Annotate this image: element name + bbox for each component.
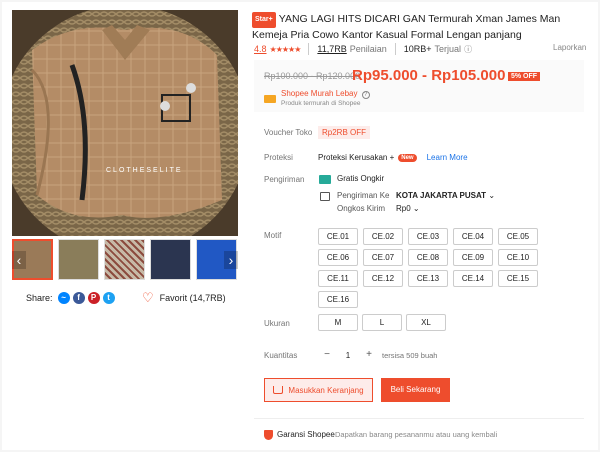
rating-divider (308, 43, 310, 55)
add-to-cart-button[interactable]: Masukkan Keranjang (264, 378, 373, 402)
cart-icon (273, 386, 284, 394)
thumbnail-3[interactable] (104, 239, 145, 280)
ratings-count[interactable]: 11,7RB (317, 44, 346, 54)
twitter-icon[interactable]: t (102, 292, 115, 304)
thumbnail-strip: ‹ › (12, 239, 238, 281)
motif-option[interactable]: CE.05 (498, 228, 538, 245)
shipping-to-label: Pengiriman Ke (337, 191, 390, 200)
protection-row: Proteksi Kerusakan + New Learn More (318, 153, 468, 162)
report-link[interactable]: Laporkan (553, 43, 586, 52)
rating-row: 4.8 ★★★★★ 11,7RB Penilaian 10RB+ Terjual… (254, 43, 472, 55)
motif-option[interactable]: CE.09 (453, 249, 493, 266)
current-price: Rp95.000 - Rp105.000 (352, 67, 506, 84)
thumbnail-prev-arrow[interactable]: ‹ (12, 251, 26, 269)
guarantee-title[interactable]: Garansi Shopee (277, 430, 335, 439)
rating-value[interactable]: 4.8 (254, 44, 267, 54)
facebook-icon[interactable]: f (72, 292, 85, 304)
shipping-destination-select[interactable]: KOTA JAKARTA PUSAT ⌄ (396, 191, 495, 200)
original-price: Rp100.000 - Rp120.000 (264, 71, 361, 81)
murah-lebay-icon (264, 95, 276, 103)
motif-option[interactable]: CE.01 (318, 228, 358, 245)
guarantee-subtitle: Dapatkan barang pesananmu atau uang kemb… (335, 430, 498, 439)
sold-label: Terjual (434, 44, 462, 54)
shipping-destination-icon (320, 192, 330, 201)
size-option[interactable]: M (318, 314, 358, 331)
motif-option[interactable]: CE.15 (498, 270, 538, 287)
ratings-label: Penilaian (349, 44, 387, 54)
shipping-destination-value: KOTA JAKARTA PUSAT (396, 191, 487, 200)
quantity-decrease-button[interactable]: − (318, 348, 336, 363)
favorite-button[interactable]: ♡ Favorit (14,7RB) (142, 290, 226, 305)
share-label: Share: (26, 293, 53, 303)
motif-option[interactable]: CE.08 (408, 249, 448, 266)
chevron-down-icon: ⌄ (412, 204, 420, 213)
murah-lebay-label[interactable]: Shopee Murah Lebay? (281, 89, 370, 99)
thumbnail-2[interactable] (58, 239, 99, 280)
shipping-cost-value: Rp0 (396, 204, 411, 213)
motif-option[interactable]: CE.12 (363, 270, 403, 287)
motif-option[interactable]: CE.02 (363, 228, 403, 245)
add-to-cart-label: Masukkan Keranjang (288, 385, 364, 395)
shield-icon (264, 430, 273, 440)
stock-remaining: tersisa 509 buah (382, 351, 438, 360)
learn-more-link[interactable]: Learn More (427, 153, 468, 162)
sold-divider (394, 43, 396, 55)
motif-option[interactable]: CE.07 (363, 249, 403, 266)
chevron-down-icon: ⌄ (488, 191, 496, 200)
murah-lebay-subtitle: Produk termurah di Shopee (281, 100, 361, 107)
size-label: Ukuran (264, 319, 290, 328)
product-title: Star+ YANG LAGI HITS DICARI GAN Termurah … (252, 12, 582, 42)
truck-icon (319, 175, 331, 184)
motif-option[interactable]: CE.03 (408, 228, 448, 245)
price-box: Rp100.000 - Rp120.000 Rp95.000 - Rp105.0… (254, 60, 584, 112)
product-title-text: YANG LAGI HITS DICARI GAN Termurah Xman … (252, 13, 561, 41)
quantity-label: Kuantitas (264, 351, 298, 360)
shipping-cost-label: Ongkos Kirim (337, 204, 386, 213)
motif-option[interactable]: CE.13 (408, 270, 448, 287)
pinterest-icon[interactable]: P (87, 292, 100, 304)
protection-text: Proteksi Kerusakan + (318, 153, 395, 162)
size-option[interactable]: L (362, 314, 402, 331)
protection-label: Proteksi (264, 153, 293, 162)
rating-stars-icon: ★★★★★ (269, 44, 302, 54)
sold-info-icon[interactable]: ⓘ (464, 44, 472, 55)
motif-option[interactable]: CE.11 (318, 270, 358, 287)
section-divider (254, 418, 584, 419)
shipping-label: Pengiriman (264, 175, 305, 184)
motif-option[interactable]: CE.10 (498, 249, 538, 266)
heart-icon: ♡ (142, 290, 154, 305)
shipping-cost-select[interactable]: Rp0 ⌄ (396, 204, 420, 213)
motif-option[interactable]: CE.06 (318, 249, 358, 266)
motif-option[interactable]: CE.14 (453, 270, 493, 287)
product-page: CLOTHESELITE ‹ › Share: ~ f P t ♡ Favori… (2, 2, 598, 450)
voucher-label: Voucher Toko (264, 128, 313, 137)
voucher-chip[interactable]: Rp2RB OFF (318, 126, 371, 139)
motif-label: Motif (264, 231, 282, 240)
discount-badge: 5% OFF (508, 72, 541, 81)
size-option[interactable]: XL (406, 314, 446, 331)
quantity-input[interactable]: 1 (336, 348, 360, 363)
motif-option[interactable]: CE.16 (318, 291, 358, 308)
help-icon[interactable]: ? (361, 91, 370, 99)
product-main-image[interactable]: CLOTHESELITE (12, 10, 238, 236)
favorite-label: Favorit (14,7RB) (159, 293, 226, 303)
share-row: Share: ~ f P t (26, 292, 115, 304)
quantity-stepper: − 1 + (318, 348, 378, 363)
motif-option[interactable]: CE.04 (453, 228, 493, 245)
messenger-icon[interactable]: ~ (57, 292, 70, 304)
watermark-text: CLOTHESELITE (106, 167, 183, 174)
murah-lebay-text: Shopee Murah Lebay (281, 89, 358, 98)
sold-count: 10RB+ (403, 44, 432, 54)
new-badge: New (398, 153, 417, 162)
thumbnail-4[interactable] (150, 239, 191, 280)
star-plus-badge: Star+ (252, 12, 276, 28)
quantity-increase-button[interactable]: + (360, 348, 378, 363)
thumbnail-next-arrow[interactable]: › (224, 251, 238, 269)
free-shipping-label: Gratis Ongkir (337, 174, 385, 183)
buy-now-button[interactable]: Beli Sekarang (381, 378, 450, 402)
